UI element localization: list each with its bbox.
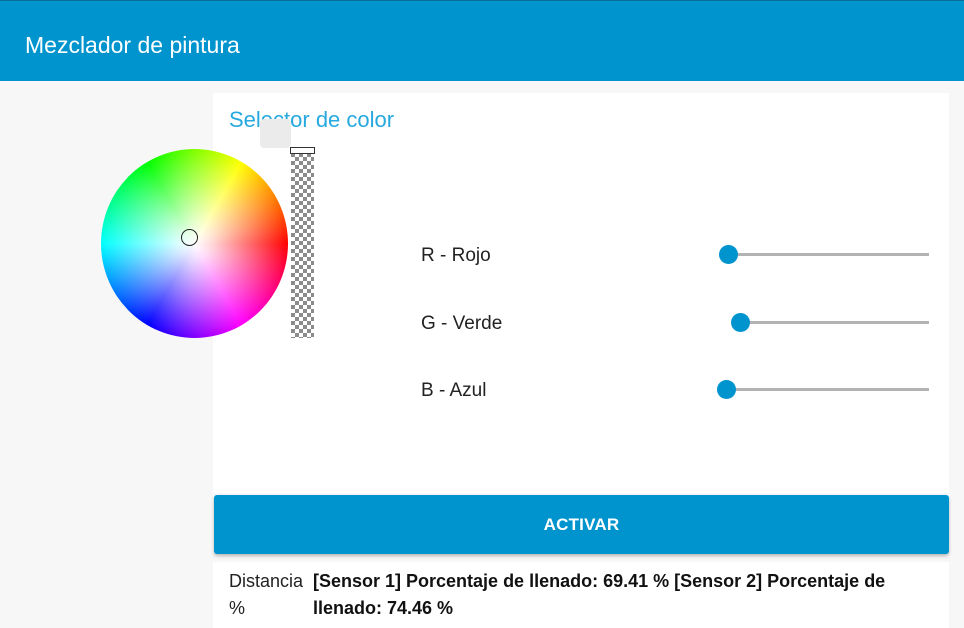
blue-slider-track[interactable] <box>726 388 929 391</box>
output-value: [Sensor 1] Porcentaje de llenado: 69.41 … <box>313 571 886 618</box>
red-slider-track[interactable] <box>728 253 929 256</box>
blue-slider-label: B - Azul <box>421 380 487 401</box>
activate-button[interactable]: ACTIVAR <box>214 495 949 554</box>
app-title: Mezclador de pintura <box>25 32 240 58</box>
alpha-slider[interactable] <box>291 149 314 338</box>
top-bar: Mezclador de pintura <box>0 0 964 81</box>
color-picker-card: Selector de color <box>213 93 949 493</box>
red-slider-label: R - Rojo <box>421 245 491 266</box>
output-label: Distancia % <box>229 571 304 618</box>
green-slider-track[interactable] <box>741 321 929 324</box>
color-preview-swatch <box>260 119 291 148</box>
red-slider-thumb[interactable] <box>719 245 738 264</box>
alpha-slider-handle[interactable] <box>290 147 315 154</box>
green-slider-label: G - Verde <box>421 313 503 334</box>
card-title: Selector de color <box>229 107 395 132</box>
color-wheel-cursor[interactable] <box>181 229 198 246</box>
distance-output: Distancia % [Sensor 1] Porcentaje de lle… <box>213 562 949 628</box>
green-slider-thumb[interactable] <box>731 313 750 332</box>
blue-slider-thumb[interactable] <box>717 380 736 399</box>
